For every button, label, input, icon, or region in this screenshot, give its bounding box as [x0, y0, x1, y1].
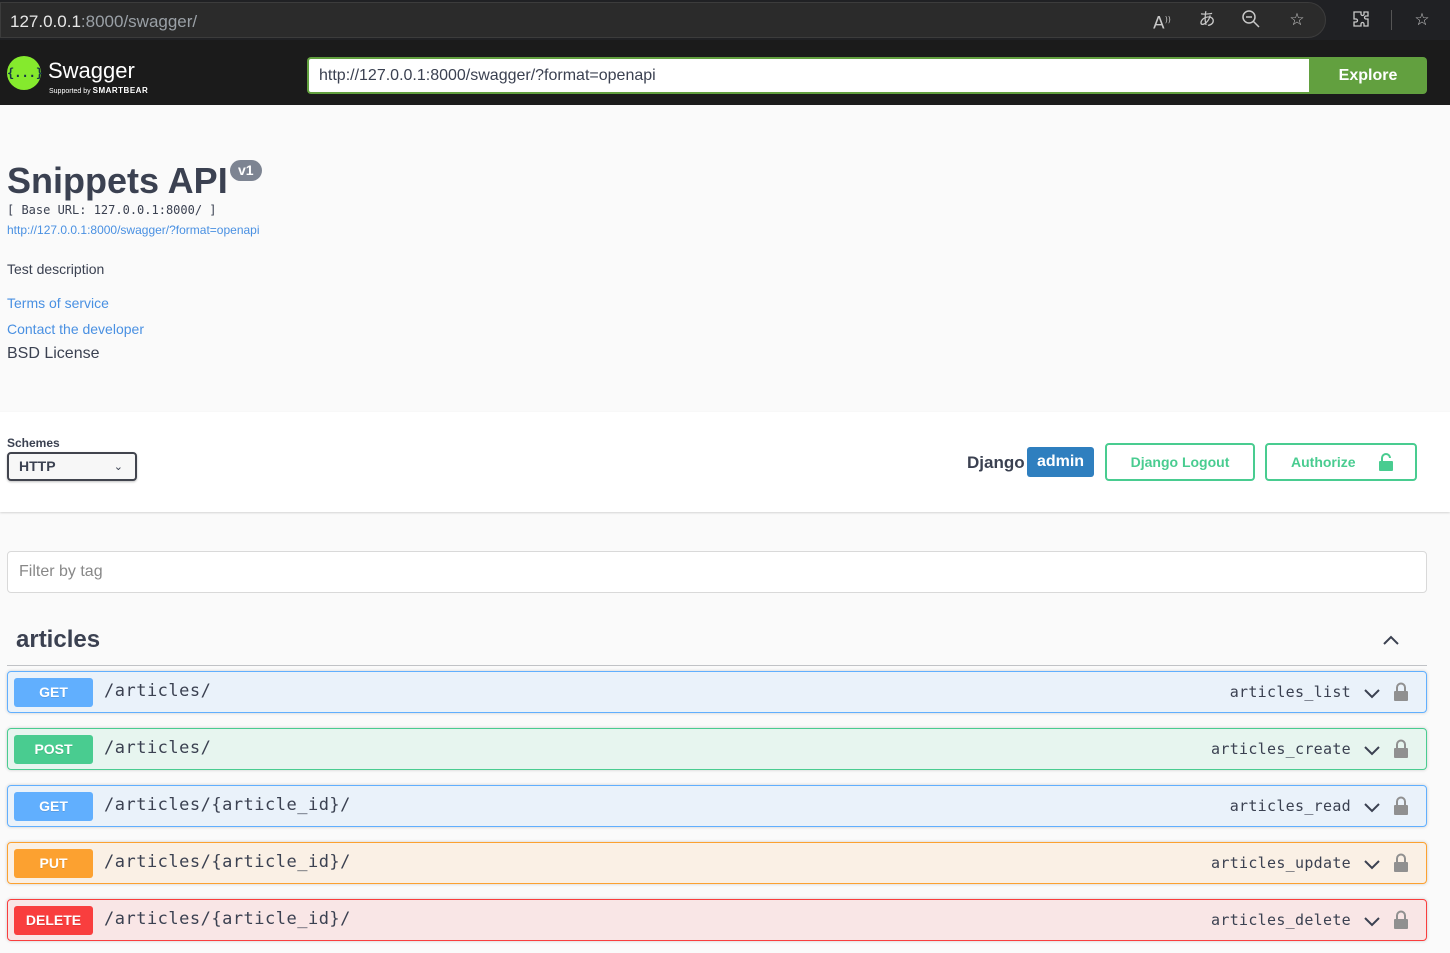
swagger-logo-text[interactable]: Swagger — [48, 58, 135, 84]
lock-icon[interactable] — [1394, 739, 1408, 758]
operation-path: /articles/ — [104, 738, 212, 758]
operation-path: /articles/{article_id}/ — [104, 852, 351, 872]
tag-articles-title[interactable]: articles — [16, 626, 100, 654]
logo-supported-text: Supported by — [49, 88, 91, 95]
operation-path: /articles/{article_id}/ — [104, 795, 351, 815]
lock-icon[interactable] — [1394, 853, 1408, 872]
toolbar-divider — [1391, 10, 1392, 30]
swagger-topbar: {...} Swagger Supported by SMARTBEAR htt… — [0, 40, 1450, 105]
chevron-down-icon[interactable] — [1363, 798, 1381, 816]
address-url: 127.0.0.1:8000/swagger/ — [10, 12, 197, 32]
address-path: :8000/swagger/ — [80, 12, 198, 31]
method-badge: GET — [14, 678, 93, 707]
opblock-get-articles[interactable]: GET /articles/ articles_list — [7, 671, 1427, 713]
authorize-button[interactable]: Authorize — [1265, 443, 1417, 481]
lock-icon[interactable] — [1394, 910, 1408, 929]
explore-button[interactable]: Explore — [1309, 57, 1427, 94]
api-description: Test description — [7, 261, 105, 277]
operation-id: articles_delete — [1211, 911, 1351, 929]
tag-divider — [7, 665, 1427, 666]
lock-icon[interactable] — [1394, 682, 1408, 701]
operation-path: /articles/ — [104, 681, 212, 701]
user-badge: admin — [1027, 447, 1094, 477]
chevron-up-icon[interactable] — [1381, 630, 1401, 650]
address-host: 127.0.0.1 — [10, 12, 81, 31]
schemes-selected-value: HTTP — [19, 458, 56, 474]
translate-icon[interactable]: あ — [1196, 9, 1218, 31]
extensions-icon[interactable] — [1350, 9, 1372, 31]
chevron-down-icon: ⌄ — [113, 460, 123, 473]
django-logout-button[interactable]: Django Logout — [1105, 443, 1255, 481]
spec-url-input[interactable]: http://127.0.0.1:8000/swagger/?format=op… — [307, 57, 1310, 94]
spec-link[interactable]: http://127.0.0.1:8000/swagger/?format=op… — [7, 223, 260, 237]
filter-by-tag-input[interactable]: Filter by tag — [7, 551, 1427, 593]
chevron-down-icon[interactable] — [1363, 912, 1381, 930]
opblock-delete-article-detail[interactable]: DELETE /articles/{article_id}/ articles_… — [7, 899, 1427, 941]
unlocked-icon — [1379, 453, 1393, 471]
opblock-get-article-detail[interactable]: GET /articles/{article_id}/ articles_rea… — [7, 785, 1427, 827]
terms-of-service-link[interactable]: Terms of service — [7, 295, 109, 311]
lock-icon[interactable] — [1394, 796, 1408, 815]
method-badge: PUT — [14, 849, 93, 878]
chevron-down-icon[interactable] — [1363, 855, 1381, 873]
scheme-container: Schemes HTTP ⌄ Django admin Django Logou… — [0, 412, 1450, 512]
method-badge: GET — [14, 792, 93, 821]
opblock-put-article-detail[interactable]: PUT /articles/{article_id}/ articles_upd… — [7, 842, 1427, 884]
schemes-label: Schemes — [7, 436, 60, 450]
django-label: Django — [967, 453, 1025, 472]
license-text: BSD License — [7, 345, 100, 362]
address-bar[interactable]: 127.0.0.1:8000/swagger/ — [0, 2, 1326, 38]
method-badge: DELETE — [14, 906, 93, 935]
version-badge: v1 — [230, 160, 262, 181]
base-url: [ Base URL: 127.0.0.1:8000/ ] — [7, 203, 217, 217]
chevron-down-icon[interactable] — [1363, 684, 1381, 702]
contact-developer-link[interactable]: Contact the developer — [7, 321, 144, 337]
operation-path: /articles/{article_id}/ — [104, 909, 351, 929]
operation-id: articles_list — [1229, 683, 1351, 701]
browser-toolbar: 127.0.0.1:8000/swagger/ A)) あ ☆ ☆ — [0, 0, 1450, 40]
zoom-out-icon[interactable] — [1240, 9, 1262, 31]
swagger-logo-subtitle: Supported by SMARTBEAR — [49, 86, 148, 95]
api-title: Snippets API — [7, 160, 228, 201]
authorize-label: Authorize — [1291, 454, 1356, 470]
operation-id: articles_read — [1229, 797, 1351, 815]
chevron-down-icon[interactable] — [1363, 741, 1381, 759]
opblock-post-articles[interactable]: POST /articles/ articles_create — [7, 728, 1427, 770]
operation-id: articles_update — [1211, 854, 1351, 872]
favorites-icon[interactable]: ☆ — [1411, 9, 1433, 31]
method-badge: POST — [14, 735, 93, 764]
add-favorite-icon[interactable]: ☆ — [1286, 9, 1308, 31]
operation-id: articles_create — [1211, 740, 1351, 758]
swagger-logo-icon[interactable]: {...} — [7, 56, 43, 90]
read-aloud-icon[interactable]: A)) — [1151, 9, 1173, 34]
logo-brand-text: SMARTBEAR — [92, 86, 149, 95]
schemes-select[interactable]: HTTP ⌄ — [7, 452, 137, 481]
